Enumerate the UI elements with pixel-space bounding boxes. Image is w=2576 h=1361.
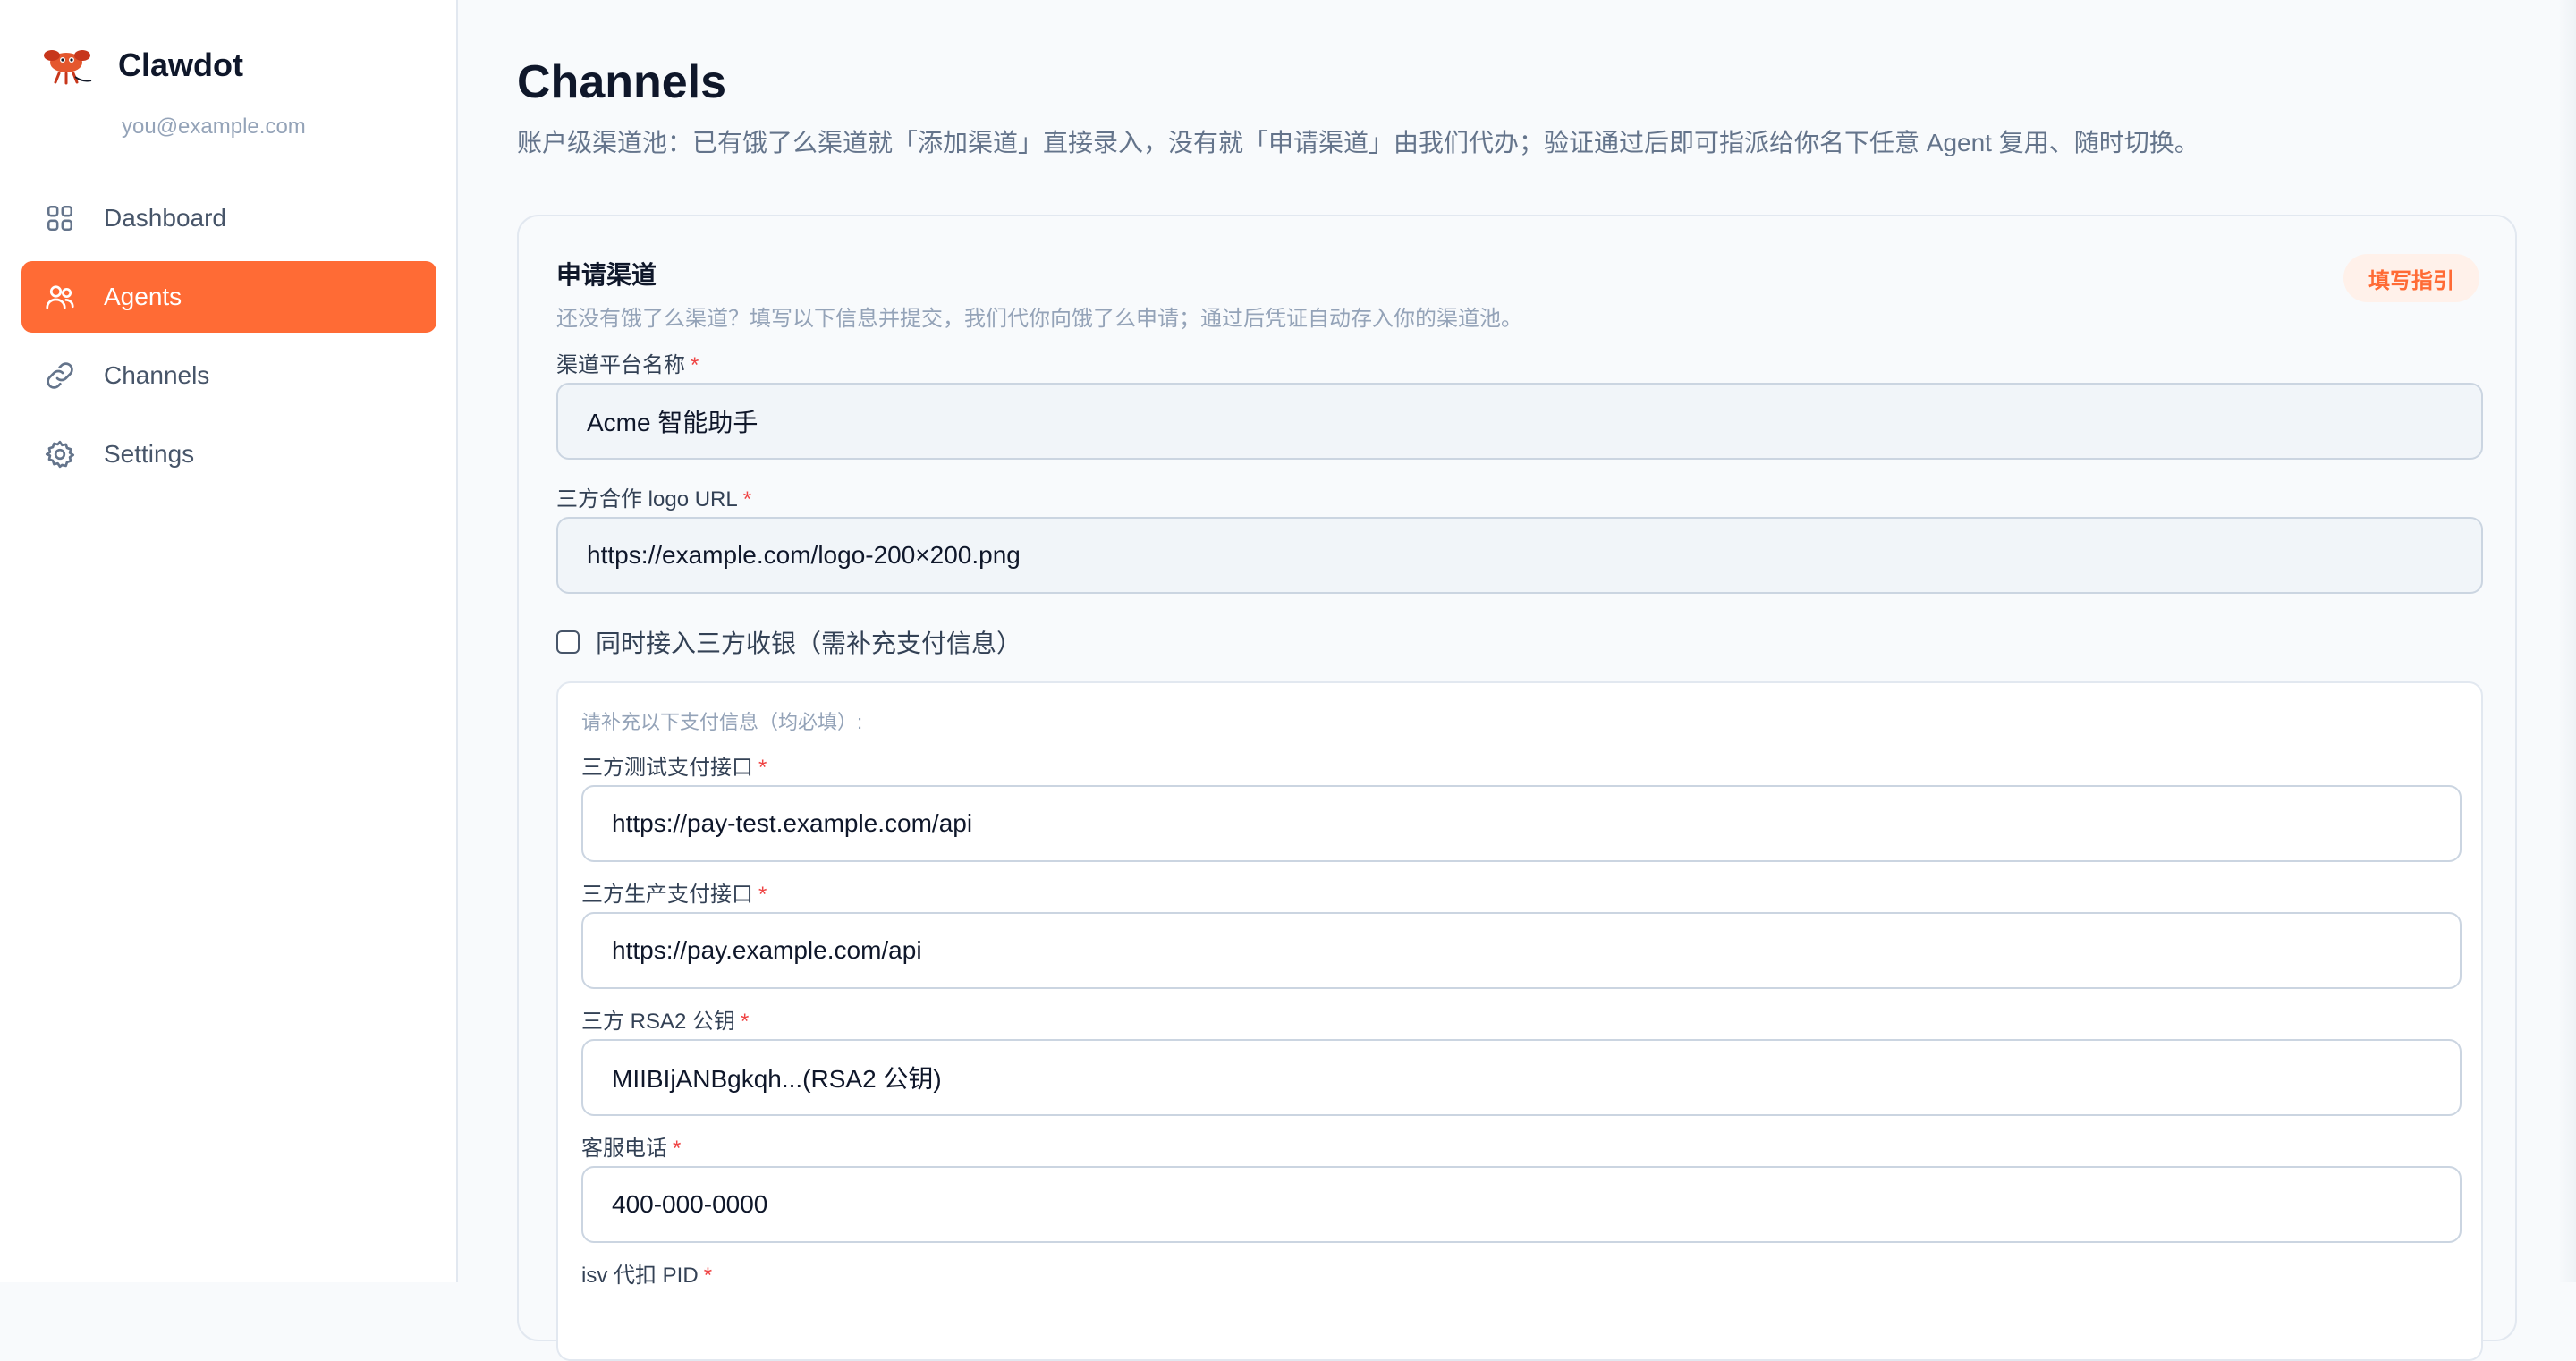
apply-channel-card: 申请渠道 还没有饿了么渠道？填写以下信息并提交，我们代你向饿了么申请；通过后凭证… [517, 215, 2517, 1361]
main-content: Channels 账户级渠道池：已有饿了么渠道就「添加渠道」直接录入，没有就「申… [458, 0, 2576, 1361]
page-title: Channels [517, 56, 727, 108]
gear-icon [43, 437, 77, 471]
user-email: you@example.com [122, 114, 306, 139]
scroll-edge [2558, 0, 2576, 1282]
prod-api-input[interactable] [581, 912, 2462, 989]
label-text: 客服电话 [581, 1137, 667, 1161]
card-title: 申请渠道 [556, 261, 657, 289]
guide-button[interactable]: 填写指引 [2343, 254, 2479, 302]
required-mark: * [703, 1264, 713, 1288]
sidebar-nav: Dashboard Agents Channels Settings [21, 182, 436, 497]
label-text: 三方合作 logo URL [556, 487, 738, 511]
label-text: isv 代扣 PID [581, 1264, 699, 1288]
users-icon [43, 280, 77, 314]
sidebar-item-label: Dashboard [104, 204, 226, 232]
label-text: 三方 RSA2 公钥 [581, 1010, 736, 1034]
test-api-input[interactable] [581, 785, 2462, 862]
rsa-key-label: 三方 RSA2 公钥 * [581, 1003, 749, 1035]
sidebar-item-dashboard[interactable]: Dashboard [21, 182, 436, 254]
payment-checkbox-row[interactable]: 同时接入三方收银（需补充支付信息） [556, 624, 1021, 660]
sidebar-item-agents[interactable]: Agents [21, 261, 436, 333]
grid-icon [43, 201, 77, 235]
card-description: 还没有饿了么渠道？填写以下信息并提交，我们代你向饿了么申请；通过后凭证自动存入你… [556, 307, 1522, 331]
required-mark: * [758, 883, 767, 907]
link-icon [43, 359, 77, 393]
platform-name-label: 渠道平台名称 * [556, 347, 699, 378]
test-api-label: 三方测试支付接口 * [581, 749, 767, 781]
sidebar-item-channels[interactable]: Channels [21, 340, 436, 411]
sidebar-item-label: Agents [104, 283, 182, 310]
label-text: 三方测试支付接口 [581, 756, 753, 780]
rsa-key-input[interactable] [581, 1039, 2462, 1116]
phone-input[interactable] [581, 1166, 2462, 1243]
isv-pid-label: isv 代扣 PID * [581, 1257, 712, 1289]
brand[interactable]: Clawdot [39, 43, 243, 88]
required-mark: * [741, 1010, 750, 1034]
phone-label: 客服电话 * [581, 1130, 681, 1162]
logo-url-label: 三方合作 logo URL * [556, 481, 751, 512]
logo-url-input[interactable] [556, 517, 2483, 594]
required-mark: * [758, 756, 767, 780]
label-text: 渠道平台名称 [556, 353, 685, 377]
page-subtitle: 账户级渠道池：已有饿了么渠道就「添加渠道」直接录入，没有就「申请渠道」由我们代办… [517, 129, 2199, 156]
payment-info-panel: 请补充以下支付信息（均必填）: 三方测试支付接口* 三方生产支付接口* 三方 R… [556, 681, 2483, 1361]
required-mark: * [691, 353, 699, 377]
sidebar: Clawdot you@example.com Dashboard Agents [0, 0, 458, 1282]
payment-hint: 请补充以下支付信息（均必填）: [581, 711, 863, 733]
label-text: 三方生产支付接口 [581, 883, 753, 907]
sidebar-item-settings[interactable]: Settings [21, 418, 436, 490]
lobster-logo-icon [44, 50, 92, 85]
payment-checkbox[interactable] [556, 630, 580, 654]
brand-name: Clawdot [118, 46, 243, 83]
sidebar-item-label: Settings [104, 440, 195, 468]
platform-name-input[interactable] [556, 383, 2483, 460]
required-mark: * [742, 487, 752, 511]
required-mark: * [673, 1137, 682, 1161]
payment-checkbox-label: 同时接入三方收银（需补充支付信息） [596, 630, 1022, 657]
prod-api-label: 三方生产支付接口 * [581, 876, 767, 908]
sidebar-item-label: Channels [104, 361, 210, 389]
